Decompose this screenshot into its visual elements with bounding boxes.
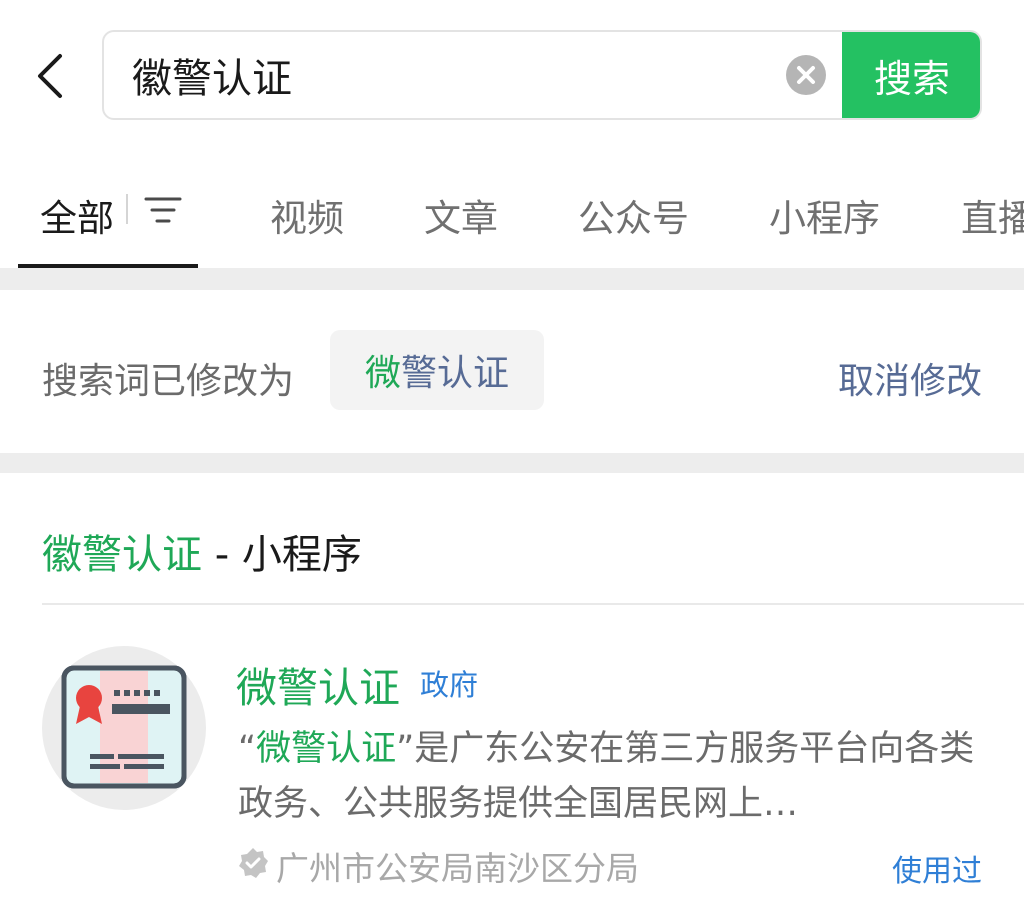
desc-open-quote: “ (238, 729, 257, 769)
clear-search-button[interactable] (786, 55, 826, 95)
back-button[interactable] (30, 50, 70, 102)
category-tag: 政府 (420, 668, 479, 702)
search-button[interactable]: 搜索 (842, 32, 980, 118)
section-gap (0, 268, 1024, 290)
correction-label: 搜索词已修改为 (42, 361, 295, 402)
search-box: 搜索 (102, 30, 982, 120)
chevron-left-icon (38, 54, 62, 98)
query-correction-bar: 搜索词已修改为 微警认证 取消修改 (0, 290, 1024, 453)
tab-divider (126, 194, 128, 224)
corrected-query-rest: 警认证 (401, 353, 510, 394)
tab-mini-programs[interactable]: 小程序 (769, 188, 880, 242)
tab-live[interactable]: 直播 (961, 188, 1024, 242)
tab-official-accounts[interactable]: 公众号 (578, 188, 689, 242)
search-input[interactable] (132, 32, 762, 118)
close-icon (797, 66, 815, 84)
id-card-icon (61, 665, 187, 789)
desc-highlight: 微警认证 (256, 729, 397, 769)
used-before-label: 使用过 (892, 854, 982, 889)
mini-program-id-card-icon[interactable] (42, 646, 206, 810)
cancel-correction-link[interactable]: 取消修改 (838, 352, 982, 404)
section-gap (0, 453, 1024, 473)
tab-articles[interactable]: 文章 (424, 188, 498, 242)
tab-bar: 全部 视频 文章 公众号 小程序 直播 (0, 150, 1024, 268)
mini-program-name[interactable]: 微警认证 (236, 654, 400, 714)
section-title-rest: - 小程序 (202, 532, 362, 578)
mini-program-description: “微警认证”是广东公安在第三方服务平台向各类政务、公共服务提供全国居民网上… (238, 722, 978, 832)
corrected-query-changed-char: 微 (364, 353, 401, 394)
verified-badge-icon (239, 848, 268, 878)
section-title-highlight: 徽警认证 (42, 532, 202, 578)
tab-all[interactable]: 全部 (40, 188, 114, 242)
filter-icon[interactable] (144, 196, 182, 224)
result-section-title: 徽警认证 - 小程序 (42, 522, 362, 580)
tab-videos[interactable]: 视频 (270, 188, 344, 242)
divider (42, 603, 1024, 605)
corrected-query-chip[interactable]: 微警认证 (330, 330, 544, 410)
owner-name: 广州市公安局南沙区分局 (276, 849, 639, 888)
